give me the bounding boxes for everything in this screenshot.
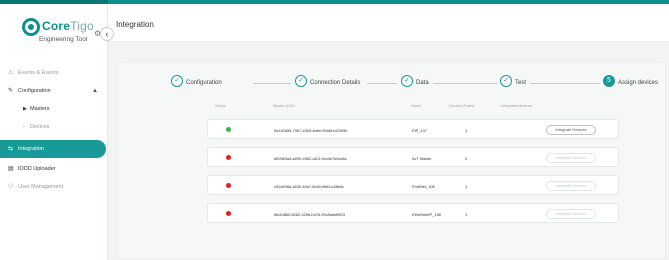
row-uuid: f6b40860-8062-4296-b476-99c5adbff603 — [274, 212, 345, 217]
logo-icon — [22, 18, 40, 36]
status-offline-dot — [226, 155, 231, 160]
step-configuration[interactable]: ✓ Configuration — [171, 73, 222, 93]
sidebar-item-user-management[interactable]: ⚇ User Management — [0, 178, 108, 196]
row-devices: 0 — [465, 156, 468, 161]
table-row[interactable]: 5d140d59-7067-4309-8dee-f94d61d2309b EIP… — [207, 119, 619, 139]
step-assign-devices[interactable]: 5 Assign devices — [603, 73, 658, 93]
sidebar-item-iodd-uploader[interactable]: ▤ IODD Uploader — [0, 160, 108, 178]
sidebar: CoreTigo Engineering Tool ⚙ ⚠ Events & Ev… — [0, 4, 108, 260]
table-row[interactable]: f6b40860-8062-4296-b476-99c5adbff603 Eth… — [207, 203, 619, 223]
sidebar-item-configuration[interactable]: ✎ Configuration ▲ — [0, 82, 108, 100]
status-offline-dot — [226, 183, 231, 188]
col-devices-polled: Devices Polled — [449, 104, 475, 108]
table-row[interactable]: c51d598a-4830-40a7-8b40-ff6e1c43fefa Pro… — [207, 175, 619, 195]
row-uuid: 5d140d59-7067-4309-8dee-f94d61d2309b — [274, 128, 348, 133]
warning-icon: ⚠ — [8, 70, 14, 76]
brand-subtitle: Engineering Tool — [39, 36, 88, 43]
collapse-sidebar-button[interactable]: ‹ — [100, 27, 114, 41]
step-number-badge: 5 — [603, 75, 615, 88]
wrench-icon: ✎ — [8, 88, 14, 94]
sidebar-item-masters[interactable]: ▶ Masters — [0, 100, 108, 118]
main-area: Integration ✓ Configuration ✓ Connection D… — [108, 4, 669, 260]
integrate-devices-button[interactable]: Integrate Devices — [546, 125, 596, 135]
brand-name-core: Core — [42, 19, 71, 33]
check-icon: ✓ — [500, 75, 512, 88]
step-connector — [367, 83, 397, 84]
table-row[interactable]: df53f63a4-a090-4962-af13-9ce4e7b0ca6c II… — [207, 147, 619, 167]
sidebar-item-devices[interactable]: › Devices — [0, 118, 108, 136]
sidebar-item-integration[interactable]: ⇆ Integration — [0, 140, 106, 158]
sidebar-item-events[interactable]: ⚠ Events & Events — [0, 64, 108, 82]
triangle-right-icon: › — [23, 124, 25, 130]
integrate-devices-button[interactable]: Integrate Devices — [546, 209, 596, 219]
integrate-devices-button[interactable]: Integrate Devices — [546, 153, 596, 163]
users-icon: ⚇ — [8, 184, 14, 190]
step-connector — [433, 83, 497, 84]
row-uuid: c51d598a-4830-40a7-8b40-ff6e1c43fefa — [274, 184, 344, 189]
page-header: Integration — [108, 4, 669, 42]
col-master-uuid: Master UUID — [273, 104, 295, 108]
check-icon: ✓ — [295, 75, 307, 88]
chevron-up-icon: ▲ — [92, 88, 98, 94]
col-name: Name — [411, 104, 422, 108]
step-data[interactable]: ✓ Data — [401, 73, 429, 93]
row-name: EtherNet/IP_138 — [412, 212, 441, 217]
row-name: IIoT Master — [412, 156, 432, 161]
row-devices: 1 — [465, 184, 468, 189]
col-status: Status — [215, 104, 226, 108]
row-name: EIP_137 — [412, 128, 427, 133]
integration-card: ✓ Configuration ✓ Connection Details ✓ Data… — [118, 62, 666, 260]
col-integrated-devices: Integrated devices — [501, 104, 533, 108]
page-title: Integration — [116, 20, 154, 29]
integration-icon: ⇆ — [8, 146, 14, 152]
triangle-right-icon: ▶ — [23, 106, 27, 112]
status-online-dot — [226, 127, 231, 132]
table-header: Status Master UUID Name Devices Polled I… — [119, 101, 667, 113]
brand-logo: CoreTigo Engineering Tool — [22, 18, 94, 44]
step-test[interactable]: ✓ Test — [500, 73, 526, 93]
wizard-stepper: ✓ Configuration ✓ Connection Details ✓ Data… — [119, 73, 667, 93]
status-offline-dot — [226, 211, 231, 216]
row-uuid: df53f63a4-a090-4962-af13-9ce4e7b0ca6c — [274, 156, 347, 161]
chevron-left-icon: ‹ — [105, 29, 109, 39]
row-devices: 1 — [465, 128, 468, 133]
check-icon: ✓ — [401, 75, 413, 88]
upload-icon: ▤ — [8, 166, 14, 172]
step-connector — [253, 83, 291, 84]
brand-name-rest: Tigo — [70, 19, 94, 33]
row-name: ProfiNet_100 — [412, 184, 435, 189]
integrate-devices-button[interactable]: Integrate Devices — [546, 181, 596, 191]
step-connector — [530, 83, 600, 84]
check-icon: ✓ — [171, 75, 183, 88]
step-connection-details[interactable]: ✓ Connection Details — [295, 73, 360, 93]
row-devices: 1 — [465, 212, 468, 217]
